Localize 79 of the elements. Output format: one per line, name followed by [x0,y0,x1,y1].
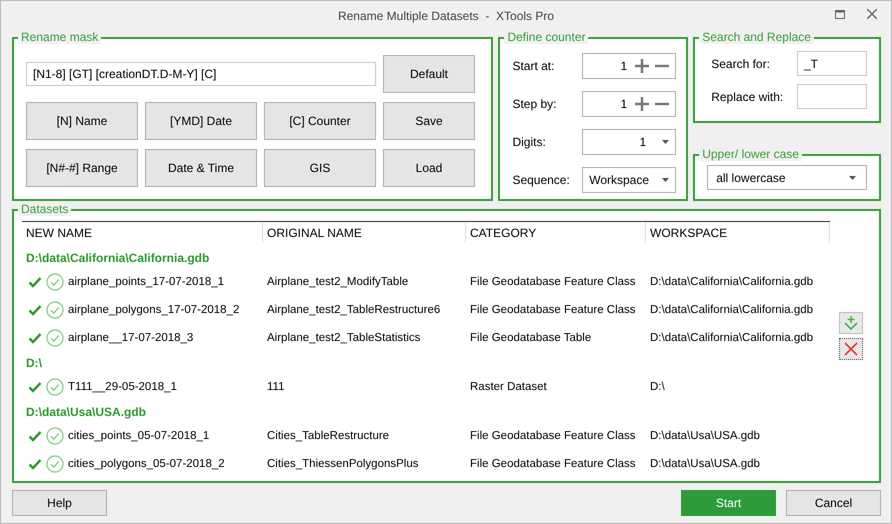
column-header[interactable]: WORKSPACE [650,226,728,240]
table-cell: airplane_points_17-07-2018_1 [68,276,224,288]
group-header: D:\data\California\California.gdb [26,250,210,264]
mask-field[interactable]: [N1-8] [GT] [creationDT.D-M-Y] [C] [26,62,376,86]
group-header: D:\data\Usa\USA.gdb [26,404,146,418]
mask-button[interactable]: Save [383,102,475,140]
dropdown-arrow-icon [849,176,856,180]
checkbox[interactable] [28,275,42,289]
mask-button[interactable]: [YMD] Date [145,102,257,140]
table-cell: Cities_ThiessenPolygonsPlus [267,458,418,470]
start-button[interactable]: Start [681,490,776,516]
table-cell: Airplane_test2_TableRestructure6 [267,304,440,316]
input-field[interactable] [797,84,867,109]
group-title: Search and Replace [699,30,814,44]
dropdown-arrow-icon [662,178,670,182]
table-cell: airplane_polygons_17-07-2018_2 [68,304,240,316]
mask-button[interactable]: Date & Time [145,149,257,187]
table-cell: D:\data\California\California.gdb [650,332,814,344]
dropdown-arrow-icon [662,140,670,144]
table-cell: cities_polygons_05-07-2018_2 [68,458,225,470]
spinner-field[interactable]: 1 [582,53,676,79]
field-label: Digits: [512,135,546,149]
checkbox[interactable] [28,429,42,443]
group-title: Rename mask [18,30,102,44]
table-cell: D:\data\Usa\USA.gdb [650,458,760,470]
mask-button[interactable]: [C] Counter [264,102,376,140]
table-cell: T111__29-05-2018_1 [68,381,177,393]
table-cell: D:\data\California\California.gdb [650,276,814,288]
table-cell: cities_points_05-07-2018_1 [68,430,210,442]
dialog-button[interactable]: Help [12,490,107,516]
table-cell: D:\data\California\California.gdb [650,304,814,316]
checkbox[interactable] [28,331,42,345]
table-cell: Raster Dataset [470,381,547,393]
column-header[interactable]: ORIGINAL NAME [267,226,362,240]
checkbox[interactable] [28,303,42,317]
mask-button[interactable]: [N] Name [26,102,138,140]
group-title: Define counter [504,30,588,44]
table-cell: Cities_TableRestructure [267,430,390,442]
dialog-button[interactable]: Cancel [786,490,881,516]
group-header: D:\ [26,356,42,370]
field-label: Start at: [512,59,554,73]
table-cell: Airplane_test2_TableStatistics [267,332,420,344]
mask-button[interactable]: Default [383,55,475,93]
mask-button[interactable]: Load [383,149,475,187]
field-label: Search for: [711,56,770,70]
mask-button[interactable]: [N#-#] Range [26,149,138,187]
close-icon[interactable] [867,9,877,19]
plus-icon[interactable] [635,59,650,73]
close-icon [844,342,858,356]
plus-icon[interactable] [635,97,650,111]
table-cell: D:\data\Usa\USA.gdb [650,430,760,442]
input-field[interactable]: _T [797,51,867,76]
table-cell: 111 [267,381,284,393]
dropdown[interactable]: Workspace [582,167,676,193]
checkbox[interactable] [28,457,42,471]
table-cell: File Geodatabase Table [470,332,592,344]
column-header[interactable]: CATEGORY [470,226,536,240]
field-label: Sequence: [512,173,570,187]
remove-button[interactable] [839,338,863,360]
checkbox[interactable] [28,380,42,394]
add-icon [843,315,859,331]
table-cell: File Geodatabase Feature Class [470,276,636,288]
mask-button[interactable]: GIS [264,149,376,187]
table-cell: airplane__17-07-2018_3 [68,332,194,344]
field-label: Replace with: [711,90,784,104]
table-cell: File Geodatabase Feature Class [470,304,636,316]
spinner-field[interactable]: 1 [582,91,676,117]
table-cell: D:\ [650,381,665,393]
window-title: Rename Multiple Datasets - XTools Pro [338,9,554,23]
group-title: Upper/ lower case [699,147,802,161]
table-cell: File Geodatabase Feature Class [470,430,636,442]
table-cell: Airplane_test2_ModifyTable [267,276,408,288]
field-label: Step by: [512,97,556,111]
maximize-icon[interactable] [835,10,845,18]
group-title: Datasets [18,202,72,216]
column-header[interactable]: NEW NAME [26,226,92,240]
case-dropdown[interactable]: all lowercase [707,165,867,190]
dropdown[interactable]: 1 [582,129,676,155]
table-cell: File Geodatabase Feature Class [470,458,636,470]
